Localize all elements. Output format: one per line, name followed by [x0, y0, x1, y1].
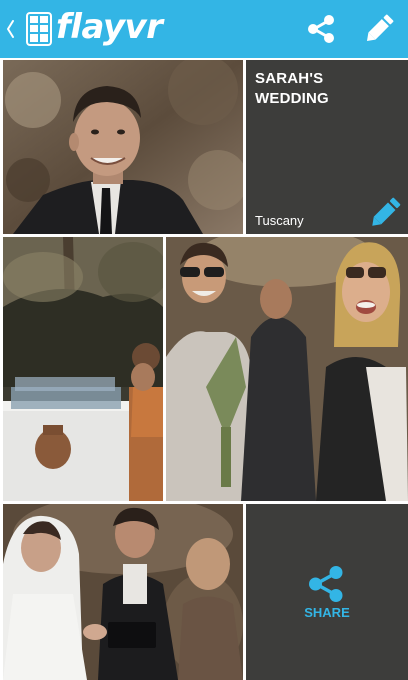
photo-ceremony[interactable]: [3, 504, 243, 680]
guests-photo-image: [166, 237, 408, 501]
garden-photo-image: [3, 237, 163, 501]
gallery-grid-icon: [26, 12, 52, 46]
photo-garden-table[interactable]: [3, 237, 163, 501]
photo-guests[interactable]: [166, 237, 408, 501]
pencil-icon: [372, 197, 401, 226]
album-title: SARAH'S WEDDING: [255, 70, 329, 107]
photo-groom[interactable]: [3, 60, 243, 234]
share-album-tile[interactable]: SHARE: [246, 504, 408, 680]
album-location: Tuscany: [255, 213, 304, 228]
app-title: flayvr: [56, 7, 163, 47]
groom-photo-image: [3, 60, 243, 234]
home-up-button[interactable]: flayvr: [0, 0, 163, 58]
edit-album-button[interactable]: [367, 195, 403, 231]
share-icon: [309, 566, 343, 602]
pencil-icon: [366, 14, 394, 42]
share-label: SHARE: [304, 605, 350, 620]
ceremony-photo-image: [3, 504, 243, 680]
album-info-tile: SARAH'S WEDDING Tuscany: [246, 60, 408, 234]
share-icon: [308, 15, 334, 43]
share-button[interactable]: [292, 0, 348, 58]
action-bar: flayvr: [0, 0, 408, 58]
chevron-left-icon: [7, 20, 14, 38]
app-screen: flayvr SARAH'S WEDDING Tuscany SHARE: [0, 0, 408, 680]
edit-button[interactable]: [350, 0, 406, 58]
